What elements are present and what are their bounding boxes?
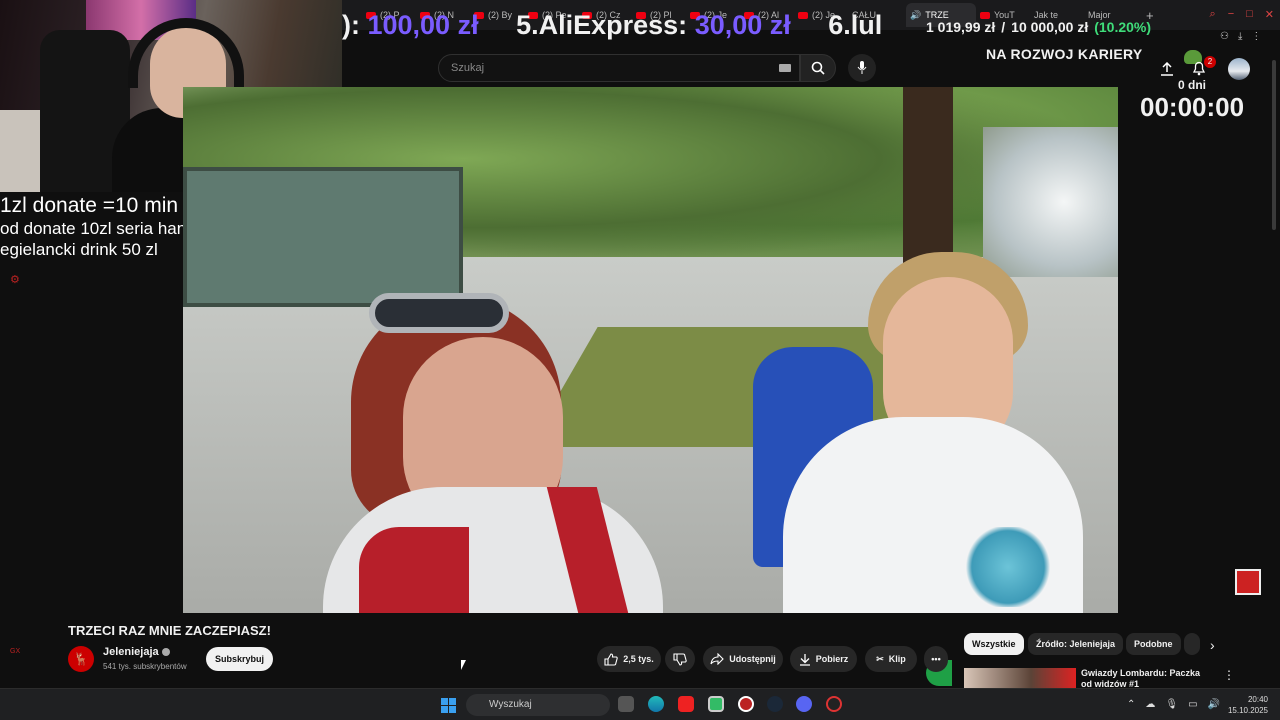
opera-gx-icon[interactable]	[738, 696, 754, 712]
subscribe-button[interactable]: Subskrybuj	[206, 647, 273, 671]
settings-icon[interactable]: ⚙	[10, 273, 20, 286]
gx-icon[interactable]: GX	[10, 648, 30, 655]
dislike-button[interactable]	[665, 646, 695, 672]
days-counter: 0 dni	[1178, 78, 1207, 92]
share-button[interactable]: Udostępnij	[703, 646, 783, 672]
cloud-icon[interactable]: ☁	[1145, 699, 1155, 710]
chevron-up-icon[interactable]: ⌃	[1127, 699, 1135, 710]
edge-icon[interactable]	[648, 696, 664, 712]
youtube-header: Szukaj 2 0 dni 00:00:00	[342, 48, 1280, 122]
channel-name[interactable]: Jeleniejaja	[103, 646, 170, 658]
windows-start-icon[interactable]	[441, 698, 456, 713]
mouse-cursor	[461, 660, 466, 670]
donation-goal: 1 019,99 zł / 10 000,00 zł (10.20%)	[926, 14, 1151, 686]
profile-icon[interactable]: ⚇	[1220, 31, 1229, 42]
search-icon	[811, 61, 825, 75]
download-icon[interactable]: ⤓	[1238, 31, 1242, 42]
scissors-icon: ✂	[876, 653, 884, 664]
video-title: TRZECI RAZ MNIE ZACZEPIASZ!	[68, 623, 271, 638]
windows-taskbar: Wyszukaj ⌃ ☁ 🎙 ▭ 🔊 20:40 15.10.2025	[0, 688, 1280, 720]
download-icon	[799, 653, 810, 666]
account-avatar[interactable]	[1228, 58, 1250, 80]
close-icon[interactable]: ✕	[1265, 8, 1274, 21]
more-vertical-icon[interactable]: ⋮	[1223, 668, 1235, 682]
microphone-icon	[857, 61, 867, 74]
browser-extension-icons: ⚇ ⤓ ⋮	[1220, 31, 1261, 42]
stream-timer: 00:00:00	[1140, 92, 1245, 122]
window-controls: ⌕ − □ ✕	[1210, 8, 1274, 21]
search-button[interactable]	[800, 54, 836, 82]
steam-icon[interactable]	[767, 696, 783, 712]
maximize-icon[interactable]: □	[1246, 8, 1253, 21]
share-icon	[710, 653, 725, 665]
recommended-video-thumbnail[interactable]	[964, 668, 1076, 690]
keyboard-icon[interactable]	[779, 64, 791, 72]
screen: (2) P (2) N (2) By (2) Pe (2) Cz (2) Pl …	[0, 0, 1280, 720]
download-button[interactable]: Pobierz	[790, 646, 857, 672]
like-button[interactable]: 2,5 tys.	[597, 646, 661, 672]
channel-avatar[interactable]: 🦌	[68, 646, 94, 672]
taskbar-search[interactable]: Wyszukaj	[466, 694, 610, 716]
taskbar-clock[interactable]: 20:40 15.10.2025	[1226, 694, 1268, 716]
chip-source[interactable]: Źródło: Jeleniejaja	[1028, 633, 1124, 655]
discord-icon[interactable]	[796, 696, 812, 712]
channel-watermark-icon[interactable]	[1235, 569, 1261, 595]
verified-icon	[161, 648, 170, 657]
system-tray: ⌃ ☁ 🎙 ▭ 🔊	[1127, 699, 1220, 710]
clip-button[interactable]: ✂ Klip	[865, 646, 917, 672]
task-view-icon[interactable]	[618, 696, 634, 712]
chip-related[interactable]: Podobne	[1126, 633, 1181, 655]
chip-more[interactable]	[1184, 633, 1200, 655]
recommended-video-title[interactable]: Gwiazdy Lombardu: Paczka od widzów #1	[1081, 668, 1211, 690]
chevron-right-icon[interactable]: ›	[1210, 637, 1215, 653]
youtube-app-icon[interactable]	[678, 696, 694, 712]
menu-icon[interactable]: ⋮	[1251, 31, 1261, 42]
snipping-tool-icon[interactable]	[708, 696, 724, 712]
subscriber-count: 541 tys. subskrybentów	[103, 662, 187, 671]
thumbs-up-icon	[604, 652, 618, 666]
network-icon[interactable]: ▭	[1188, 699, 1197, 710]
volume-icon[interactable]: 🔊	[1208, 699, 1220, 710]
left-sidebar-strip: GX	[0, 600, 30, 690]
microphone-icon[interactable]: 🎙	[1165, 699, 1178, 710]
notification-badge: 2	[1204, 56, 1216, 68]
more-horizontal-icon: •••	[931, 654, 941, 664]
video-player[interactable]	[183, 87, 1118, 613]
voice-search-button[interactable]	[848, 54, 876, 82]
obs-icon[interactable]	[826, 696, 842, 712]
donation-ticker: ): 100,00 zł 5.AliExpress: 30,00 zł 6.lu…	[342, 10, 883, 40]
search-tabs-icon[interactable]: ⌕	[1210, 8, 1216, 21]
chip-all[interactable]: Wszystkie	[964, 633, 1024, 655]
more-actions-button[interactable]: •••	[924, 646, 948, 672]
upload-icon[interactable]	[1160, 62, 1174, 76]
thumbs-down-icon	[673, 652, 687, 666]
page-scrollbar[interactable]	[1272, 60, 1276, 230]
minimize-icon[interactable]: −	[1228, 8, 1234, 21]
search-input[interactable]: Szukaj	[438, 54, 800, 82]
